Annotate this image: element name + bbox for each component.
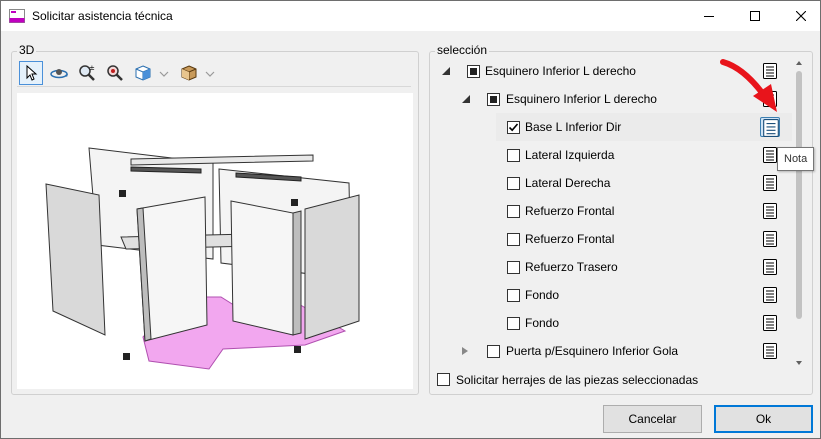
note-icon[interactable] (762, 287, 778, 303)
tree-row-label: Refuerzo Frontal (525, 204, 615, 218)
minimize-button[interactable] (686, 1, 732, 31)
expanded-triangle-icon[interactable] (442, 67, 450, 75)
note-icon[interactable] (762, 343, 778, 359)
annotation-arrow-icon (720, 59, 777, 112)
tree-row[interactable]: Puerta p/Esquinero Inferior Gola (432, 337, 792, 365)
scroll-down-icon[interactable] (795, 359, 803, 367)
box-shade-button[interactable] (177, 61, 201, 85)
close-icon (796, 11, 806, 21)
tree-row[interactable]: Refuerzo Frontal (432, 197, 792, 225)
zoom-extents-button[interactable] (103, 61, 127, 85)
tree-row[interactable]: Lateral Derecha (432, 169, 792, 197)
view3d-canvas[interactable] (17, 93, 413, 389)
tree-row[interactable]: Fondo (432, 309, 792, 337)
note-icon[interactable] (762, 231, 778, 247)
tree-row-label: Puerta p/Esquinero Inferior Gola (506, 344, 679, 358)
tree-checkbox[interactable] (507, 289, 520, 302)
orbit-icon (50, 69, 68, 79)
note-icon[interactable] (762, 203, 778, 219)
checkmark-icon (508, 123, 519, 132)
box-shade-icon (181, 65, 197, 81)
note-tooltip: Nota (777, 147, 815, 171)
tree-row-label: Refuerzo Trasero (525, 260, 618, 274)
maximize-button[interactable] (732, 1, 778, 31)
expanded-triangle-icon[interactable] (462, 95, 470, 103)
view-cube-icon (135, 65, 151, 81)
svg-text:±: ± (89, 64, 95, 72)
scroll-thumb[interactable] (796, 71, 802, 319)
tree-checkbox[interactable] (507, 317, 520, 330)
selection-group-label: selección (435, 43, 490, 57)
tree-checkbox[interactable] (487, 93, 500, 106)
tree-row[interactable]: Refuerzo Trasero (432, 253, 792, 281)
tree-row-label: Fondo (525, 316, 560, 330)
minimize-icon (704, 16, 714, 17)
tree-row-label: Fondo (525, 288, 560, 302)
tree-scrollbar[interactable] (793, 57, 805, 369)
window-title: Solicitar asistencia técnica (32, 9, 173, 23)
box-shade-dropdown-icon[interactable] (205, 69, 215, 79)
tree-row[interactable]: Fondo (432, 281, 792, 309)
zoom-icon: ± (79, 64, 95, 81)
tree-checkbox[interactable] (507, 205, 520, 218)
note-icon[interactable] (762, 315, 778, 331)
tree-checkbox[interactable] (507, 177, 520, 190)
herrajes-checkbox[interactable] (437, 373, 450, 386)
app-icon (9, 9, 25, 23)
note-icon[interactable] (762, 147, 778, 163)
tree-row[interactable]: Refuerzo Frontal (432, 225, 792, 253)
dialog-window: Solicitar asistencia técnica 3D ± selecc… (0, 0, 821, 439)
select-pointer-icon (26, 65, 38, 81)
tree-checkbox-checked[interactable] (507, 121, 520, 134)
note-icon[interactable] (762, 175, 778, 191)
cabinet-3d-model (45, 147, 360, 370)
note-icon (763, 119, 779, 137)
tree-checkbox[interactable] (467, 65, 480, 78)
tree-row-label: Base L Inferior Dir (525, 120, 622, 134)
zoom-button[interactable]: ± (75, 61, 99, 85)
cancel-button[interactable]: Cancelar (603, 405, 702, 433)
tree-row-label: Esquinero Inferior L derecho (506, 92, 657, 106)
view3d-toolbar: ± (17, 61, 411, 87)
note-icon[interactable] (762, 259, 778, 275)
herrajes-label: Solicitar herrajes de las piezas selecci… (456, 373, 699, 387)
tree-checkbox[interactable] (507, 233, 520, 246)
maximize-icon (750, 11, 760, 21)
view-cube-dropdown-icon[interactable] (159, 69, 169, 79)
zoom-extents-icon (107, 65, 123, 81)
tree-row-label: Esquinero Inferior L derecho (485, 64, 636, 78)
tree-checkbox[interactable] (487, 345, 500, 358)
tree-row-label: Lateral Derecha (525, 176, 611, 190)
tree-row-label: Refuerzo Frontal (525, 232, 615, 246)
tree-row-label: Lateral Izquierda (525, 148, 615, 162)
select-pointer-button[interactable] (19, 61, 43, 85)
tree-row[interactable]: Lateral Izquierda (432, 141, 792, 169)
title-bar: Solicitar asistencia técnica (1, 1, 820, 31)
close-button[interactable] (778, 1, 821, 31)
scroll-up-icon[interactable] (795, 59, 803, 67)
ok-button[interactable]: Ok (714, 405, 813, 433)
view-cube-button[interactable] (131, 61, 155, 85)
tree-checkbox[interactable] (507, 149, 520, 162)
orbit-button[interactable] (47, 61, 71, 85)
collapsed-triangle-icon[interactable] (461, 347, 469, 355)
view3d-group-label: 3D (17, 43, 37, 57)
note-button-hover[interactable] (760, 117, 780, 137)
tree-checkbox[interactable] (507, 261, 520, 274)
